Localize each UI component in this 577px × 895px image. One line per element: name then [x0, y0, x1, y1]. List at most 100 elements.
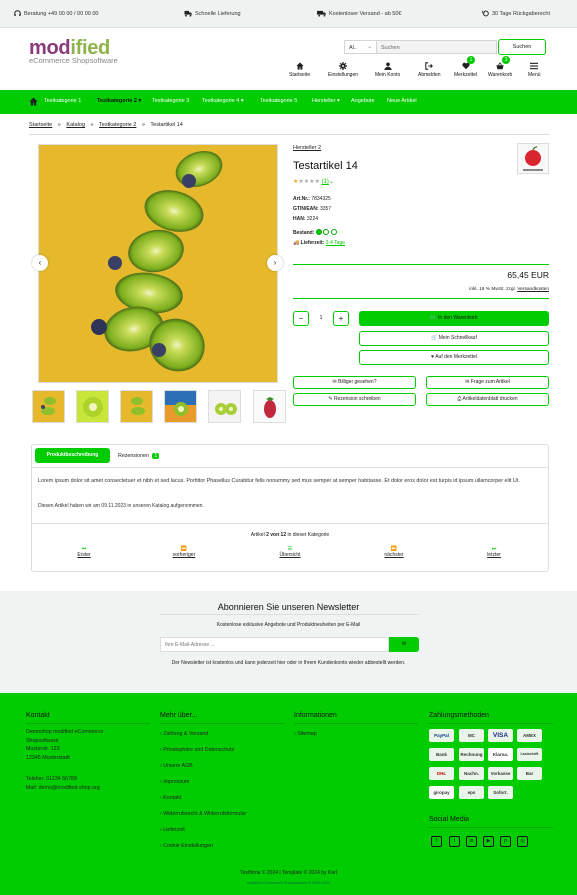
product-rating[interactable]: ★★★★★ (1)⌄: [293, 178, 334, 185]
sofort-logo: Sofort.: [488, 786, 513, 799]
footer-link[interactable]: › Lieferzeit: [160, 827, 185, 833]
twitter-icon[interactable]: t: [449, 836, 460, 847]
product-main-image[interactable]: [38, 144, 278, 383]
qty-increase-button[interactable]: +: [333, 311, 349, 326]
search-input[interactable]: Suchen: [377, 40, 497, 54]
shipping-cost-link[interactable]: Versandkosten: [517, 287, 549, 292]
breadcrumb-category[interactable]: Testkategorie 2: [99, 122, 136, 128]
product-question-button[interactable]: ✉ Frage zum Artikel: [426, 376, 549, 389]
write-review-button[interactable]: ✎ Rezension schreiben: [293, 393, 416, 406]
address-line: Demoshop modified eCommerce: [26, 729, 104, 735]
shop-logo[interactable]: modified eCommerce Shopsoftware: [29, 38, 118, 65]
footer-link-label: Lieferzeit: [163, 827, 185, 833]
pinterest-icon[interactable]: p: [500, 836, 511, 847]
nav-item-cat3[interactable]: Testkategorie 3: [152, 98, 189, 104]
print-label: Artikeldatenblatt drucken: [462, 396, 518, 402]
pager-overview[interactable]: ☰ Übersicht: [270, 546, 310, 558]
breadcrumb-home[interactable]: Startseite: [29, 122, 52, 128]
add-to-wishlist-button[interactable]: ♥ Auf den Merkzettel: [359, 350, 549, 365]
footer-link[interactable]: › Widerrufsrecht & Widerrufsformular: [160, 811, 246, 817]
footer-mail[interactable]: Mail: demo@modified-shop.org: [26, 784, 100, 793]
topbar-item-hotline: Beratung +49 00 00 / 00 00 00: [14, 10, 98, 17]
prepayment-logo: Vorkasse: [488, 767, 513, 780]
print-icon: ⎙: [457, 396, 462, 402]
manufacturer-logo[interactable]: [517, 143, 549, 174]
quantity-input[interactable]: 1: [311, 311, 331, 326]
product-thumbnail[interactable]: [208, 390, 241, 423]
header-link-account[interactable]: Mein Konto: [375, 62, 400, 78]
linkedin-icon[interactable]: in: [466, 836, 477, 847]
menu-icon: [530, 62, 539, 70]
footer-link[interactable]: › Kontakt: [160, 795, 181, 801]
image-next-button[interactable]: ›: [267, 255, 283, 271]
nav-item-manufacturer[interactable]: Hersteller ▾: [312, 98, 340, 104]
footer-link[interactable]: › Cookie Einstellungen: [160, 843, 213, 849]
footer-link[interactable]: › Sitemap: [294, 731, 317, 737]
delivery-link[interactable]: 3-4 Tage: [326, 240, 345, 246]
footer-small-print: modified eCommerce Shopsoftware © 2009-2…: [246, 881, 331, 885]
pager-prev[interactable]: ⏪ vorheriger: [164, 546, 204, 558]
pager-first[interactable]: ⏮ Erster: [64, 546, 104, 558]
newsletter-submit-button[interactable]: ✉: [389, 637, 419, 652]
manufacturer-link[interactable]: Hersteller 2: [293, 145, 321, 151]
logout-label: Abmelden: [418, 72, 441, 78]
pager-next[interactable]: ⏩ nächster: [374, 546, 414, 558]
header-link-logout[interactable]: Abmelden: [418, 62, 441, 78]
nav-item-cat1[interactable]: Testkategorie 1: [44, 98, 81, 104]
pager-last[interactable]: ⏭ letzter: [474, 546, 514, 558]
tab-description[interactable]: Produktbeschreibung: [35, 448, 110, 463]
plus-icon: +: [338, 314, 344, 323]
product-thumbnail[interactable]: [253, 390, 286, 423]
stock-label: Bestand:: [293, 230, 315, 236]
topbar-shipping-label: Kostenloser Versand - ab 50€: [329, 11, 402, 17]
header-link-menu[interactable]: Menü: [528, 62, 541, 78]
topbar-return-label: 30 Tage Rückgaberecht: [492, 11, 550, 17]
footer-link-label: Unsere AGB: [163, 763, 193, 769]
header-link-home[interactable]: Startseite: [289, 62, 310, 78]
footer-link[interactable]: › Privatsphäre und Datenschutz: [160, 747, 234, 753]
footer-more-title: Mehr über...: [160, 712, 198, 719]
search-button[interactable]: Suchen: [498, 39, 546, 55]
product-thumbnail[interactable]: [164, 390, 197, 423]
pager-pre: Artikel: [250, 532, 265, 538]
footer-social-title: Social Media: [429, 816, 470, 823]
chevron-down-icon: ⌄: [328, 179, 334, 185]
product-thumbnail[interactable]: [76, 390, 109, 423]
cheaper-seen-button[interactable]: ✉ Billiger gesehen?: [293, 376, 416, 389]
instagram-icon[interactable]: ◎: [517, 836, 528, 847]
nav-item-cat2[interactable]: Testkategorie 2 ▾: [97, 98, 141, 104]
search-category-select[interactable]: Al.. ⌄: [344, 40, 377, 54]
gear-icon: [339, 62, 348, 70]
youtube-icon[interactable]: ▶: [483, 836, 494, 847]
add-to-cart-button[interactable]: 🛒 In den Warenkorb: [359, 311, 549, 326]
footer-link[interactable]: › Impressum: [160, 779, 189, 785]
product-thumbnail[interactable]: [32, 390, 65, 423]
tab-reviews[interactable]: Rezensionen 1: [118, 453, 160, 459]
header-link-cart[interactable]: 3 Warenkorb: [488, 56, 512, 78]
home-icon[interactable]: [29, 97, 38, 106]
minus-icon: −: [298, 314, 304, 323]
rating-count-link[interactable]: (1): [322, 179, 329, 185]
print-datasheet-button[interactable]: ⎙ Artikeldatenblatt drucken: [426, 393, 549, 406]
facebook-icon[interactable]: f: [431, 836, 442, 847]
footer-link[interactable]: › Unsere AGB: [160, 763, 193, 769]
quick-buy-label: Mein Schnellkauf: [438, 335, 477, 341]
image-prev-button[interactable]: ‹: [32, 255, 48, 271]
header-link-wishlist[interactable]: 1 Merkzettel: [454, 56, 477, 78]
nav-item-cat5[interactable]: Testkategorie 5: [260, 98, 297, 104]
product-thumbnail[interactable]: [120, 390, 153, 423]
delivery-time: 🚚 Lieferzeit: 3-4 Tage: [293, 240, 345, 246]
header-link-settings[interactable]: Einstellungen: [328, 62, 358, 78]
topbar-item-free-shipping: Kostenloser Versand - ab 50€: [317, 10, 401, 17]
nav-item-cat4[interactable]: Testkategorie 4 ▾: [202, 98, 244, 104]
breadcrumb-catalog[interactable]: Katalog: [66, 122, 85, 128]
nav-item-new[interactable]: Neue Artikel: [387, 98, 417, 104]
breadcrumb-separator: »: [141, 122, 145, 128]
footer-link[interactable]: › Zahlung & Versand: [160, 731, 208, 737]
newsletter-email-input[interactable]: Ihre E-Mail-Adresse ...: [160, 637, 389, 652]
nav-item-offers[interactable]: Angebote: [351, 98, 375, 104]
account-label: Mein Konto: [375, 72, 401, 78]
tab-description-label: Produktbeschreibung: [46, 452, 99, 458]
quick-buy-button[interactable]: 🛒 Mein Schnellkauf: [359, 331, 549, 346]
qty-decrease-button[interactable]: −: [293, 311, 309, 326]
